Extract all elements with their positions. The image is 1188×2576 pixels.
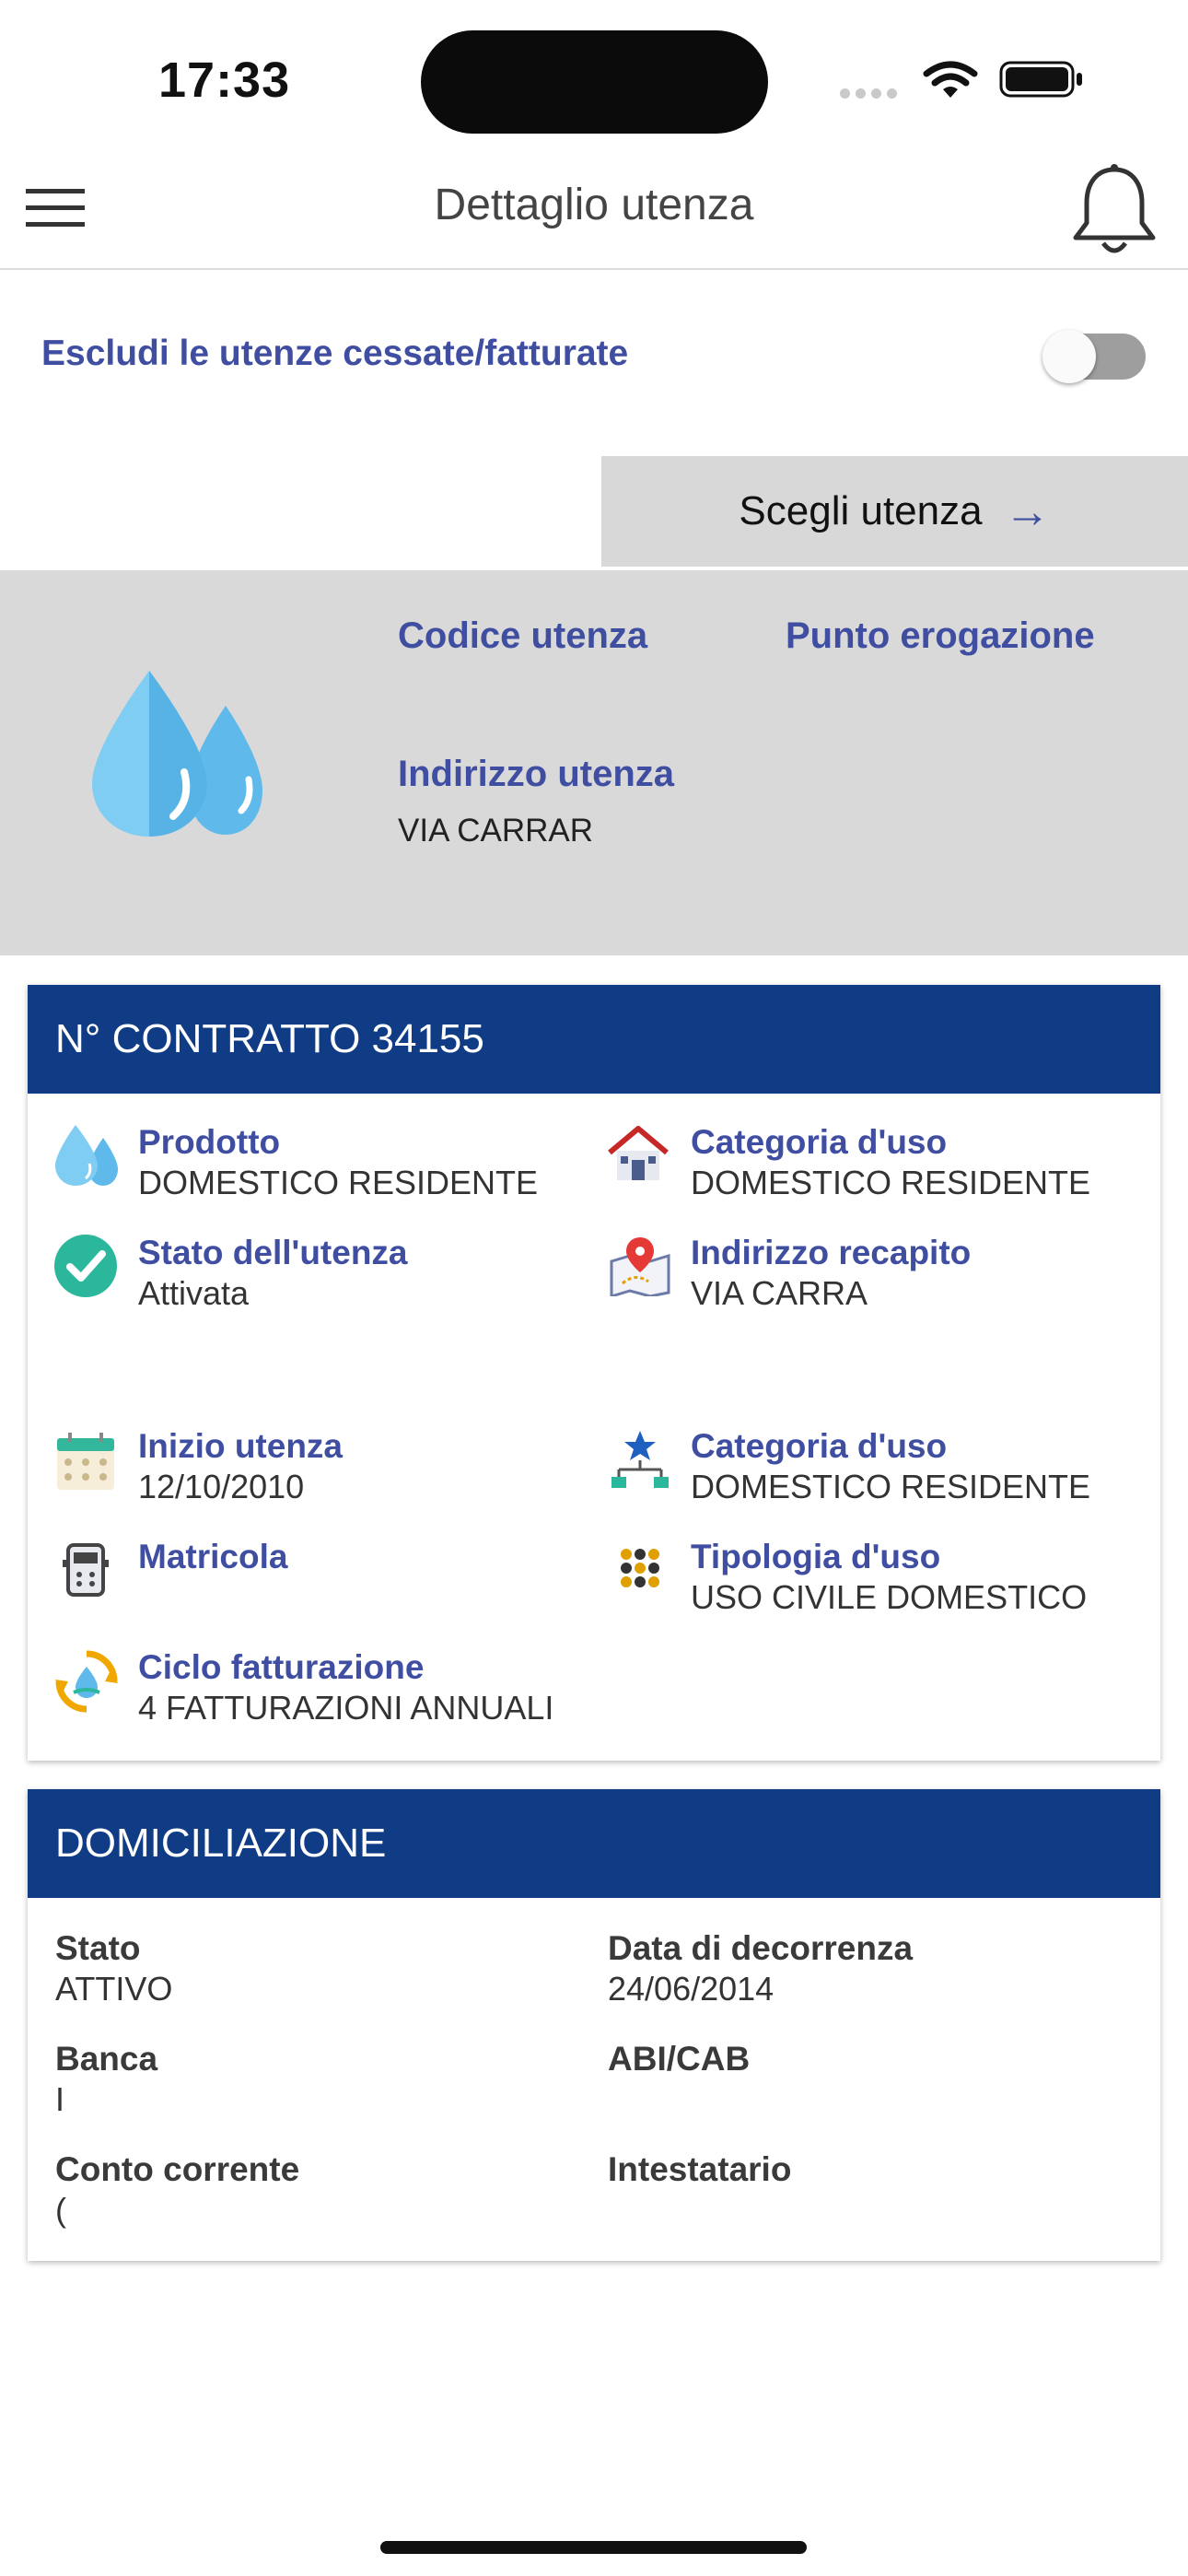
contract-card: N° CONTRATTO 34155 Prodotto DOMESTICO RE… <box>28 985 1160 1761</box>
banca-value: I <box>55 2080 65 2118</box>
indirizzo-recapito-value: VIA CARRA <box>691 1274 868 1312</box>
matricola-label: Matricola <box>138 1538 288 1575</box>
header-divider <box>0 268 1188 270</box>
calendar-icon <box>57 1433 114 1490</box>
choose-utenza-label: Scegli utenza <box>739 488 983 533</box>
wifi-icon <box>923 61 978 98</box>
bell-icon[interactable] <box>1070 162 1159 256</box>
data-decorrenza-value: 24/06/2014 <box>608 1970 775 2008</box>
tipologia-uso-label: Tipologia d'uso <box>691 1538 941 1575</box>
stato-utenza-value: Attivata <box>138 1274 250 1312</box>
water-drops-icon <box>55 1125 118 1186</box>
hierarchy-icon <box>611 1431 669 1488</box>
inizio-utenza-label: Inizio utenza <box>138 1427 343 1465</box>
categoria-uso-2-value: DOMESTICO RESIDENTE <box>691 1468 1091 1505</box>
indirizzo-recapito-label: Indirizzo recapito <box>691 1234 972 1271</box>
dots-grid-icon <box>621 1549 659 1587</box>
toggle-knob <box>1042 330 1096 383</box>
home-indicator[interactable] <box>380 2541 807 2554</box>
conto-corrente-label: Conto corrente <box>55 2150 300 2188</box>
exclude-toggle[interactable] <box>1042 330 1146 383</box>
codice-utenza-label: Codice utenza <box>398 615 648 656</box>
house-icon <box>608 1126 669 1180</box>
conto-corrente-value: ( <box>55 2191 66 2229</box>
map-pin-icon <box>610 1237 670 1296</box>
page-title: Dettaglio utenza <box>434 181 754 229</box>
stato-label: Stato <box>55 1929 141 1967</box>
punto-erogazione-label: Punto erogazione <box>786 615 1095 656</box>
banca-label: Banca <box>55 2040 158 2078</box>
contract-title: N° CONTRATTO 34155 <box>28 985 1160 1094</box>
inizio-utenza-value: 12/10/2010 <box>138 1468 305 1505</box>
categoria-uso-2-label: Categoria d'uso <box>691 1427 948 1465</box>
domiciliazione-card: DOMICILIAZIONE Stato ATTIVO Data di deco… <box>28 1789 1160 2261</box>
domiciliazione-title: DOMICILIAZIONE <box>28 1789 1160 1898</box>
tipologia-uso-value: USO CIVILE DOMESTICO <box>691 1578 1088 1616</box>
prodotto-value: DOMESTICO RESIDENTE <box>138 1164 539 1201</box>
meter-icon <box>63 1543 109 1597</box>
prodotto-label: Prodotto <box>138 1123 281 1161</box>
choose-utenza-button[interactable]: Scegli utenza → <box>601 456 1188 567</box>
stato-utenza-label: Stato dell'utenza <box>138 1234 408 1271</box>
intestatario-label: Intestatario <box>608 2150 792 2188</box>
stato-value: ATTIVO <box>55 1970 173 2008</box>
dynamic-island <box>421 30 768 134</box>
battery-icon <box>999 61 1082 98</box>
abi-cab-label: ABI/CAB <box>608 2040 751 2078</box>
billing-cycle-icon <box>55 1650 118 1713</box>
data-decorrenza-label: Data di decorrenza <box>608 1929 914 1967</box>
water-drops-icon <box>92 671 262 837</box>
categoria-uso-value: DOMESTICO RESIDENTE <box>691 1164 1091 1201</box>
arrow-right-icon: → <box>1004 486 1051 537</box>
status-time: 17:33 <box>158 53 291 108</box>
exclude-toggle-label: Escludi le utenze cessate/fatturate <box>41 334 629 373</box>
ciclo-fatturazione-label: Ciclo fatturazione <box>138 1648 425 1686</box>
signal-icon <box>840 87 903 103</box>
indirizzo-utenza-value: VIA CARRAR <box>398 813 593 849</box>
indirizzo-utenza-label: Indirizzo utenza <box>398 754 674 794</box>
ciclo-fatturazione-value: 4 FATTURAZIONI ANNUALI <box>138 1689 554 1727</box>
check-circle-icon <box>54 1235 117 1297</box>
categoria-uso-label: Categoria d'uso <box>691 1123 948 1161</box>
